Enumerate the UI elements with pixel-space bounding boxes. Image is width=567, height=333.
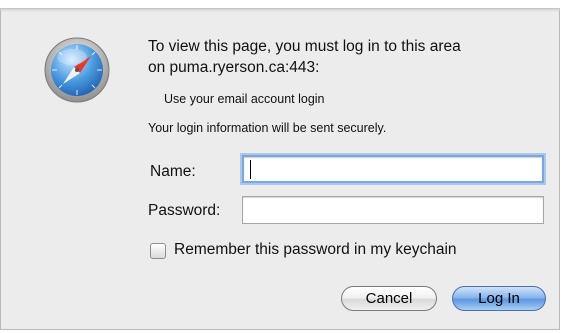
- safari-compass-icon: [44, 37, 110, 103]
- cancel-button[interactable]: Cancel: [341, 286, 437, 311]
- text-caret: [250, 160, 251, 179]
- secure-note: Your login information will be sent secu…: [148, 121, 387, 135]
- login-message-line2: on puma.ryerson.ca:443:: [148, 59, 320, 76]
- name-label: Name:: [150, 163, 196, 180]
- remember-checkbox[interactable]: [150, 243, 166, 259]
- remember-label[interactable]: Remember this password in my keychain: [174, 241, 457, 259]
- login-button[interactable]: Log In: [452, 286, 546, 311]
- sheet-top-shadow: [0, 8, 560, 12]
- password-label: Password:: [148, 202, 221, 219]
- name-field[interactable]: [242, 155, 544, 183]
- login-message-line1: To view this page, you must log in to th…: [148, 38, 461, 55]
- password-field[interactable]: [242, 196, 544, 224]
- realm-text: Use your email account login: [164, 92, 325, 106]
